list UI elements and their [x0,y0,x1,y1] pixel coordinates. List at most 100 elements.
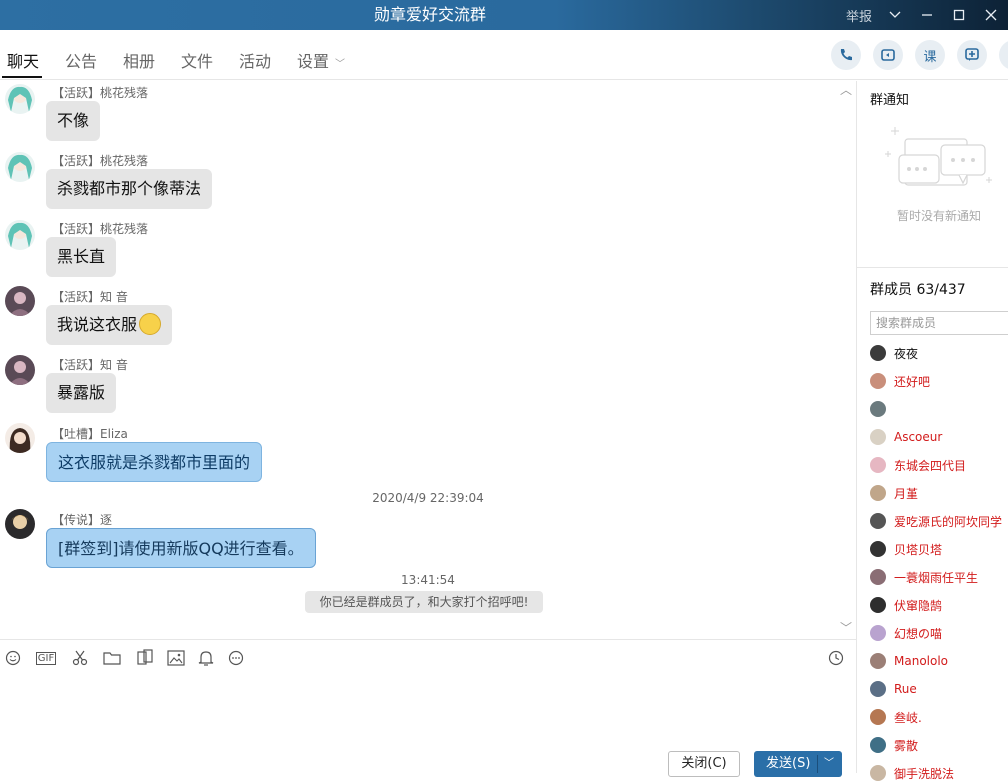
member-avatar [870,485,886,501]
member-avatar [870,401,886,417]
avatar[interactable] [5,423,35,453]
close-icon[interactable] [982,6,1000,24]
minimize-icon[interactable] [918,6,936,24]
member-avatar [870,625,886,641]
gif-icon[interactable]: GIF [34,648,58,668]
close-button[interactable]: 关闭(C) [668,751,740,777]
emoji-picker-icon[interactable] [3,648,23,668]
tab-settings-label: 设置 [297,52,330,71]
avatar[interactable] [5,152,35,182]
send-button[interactable]: 发送(S) ﹀ [754,751,842,777]
more-options-icon[interactable] [226,648,246,668]
tab-activity[interactable]: 活动 [239,48,271,72]
member-avatar [870,569,886,585]
member-item[interactable]: Ascoeur [870,427,942,447]
menu-chevron-icon[interactable] [886,6,904,24]
member-name: Rue [894,682,917,696]
member-item[interactable]: 还好吧 [870,371,930,391]
tab-chat[interactable]: 聊天 [7,48,39,72]
member-name: Ascoeur [894,430,943,444]
member-name: 伏窜隐鹄 [894,598,943,613]
avatar[interactable] [5,286,35,316]
member-item[interactable]: Manololo [870,651,948,671]
message-bubble: 这衣服就是杀戮都市里面的 [46,442,263,482]
member-item[interactable]: Rue [870,679,917,699]
member-name: 东城会四代目 [894,458,967,473]
tab-settings[interactable]: 设置 ﹀ [297,48,345,72]
member-avatar [870,709,886,725]
sender-name: 【传说】逐 [52,513,113,527]
member-item[interactable]: 爱吃源氏的阿坎同学 [870,511,1002,531]
maximize-icon[interactable] [950,6,968,24]
no-notice-text: 暂时没有新通知 [897,209,982,223]
avatar[interactable] [5,355,35,385]
title-bar: 勋章爱好交流群 举报 [0,0,1008,30]
screenshot-scissors-icon[interactable] [70,648,90,668]
group-notice-title: 群通知 [870,93,910,108]
member-avatar [870,429,886,445]
message-input[interactable] [0,675,856,745]
member-item[interactable]: 御手洗脱法 [870,763,954,783]
message-bubble: 暴露版 [46,373,117,413]
phone-icon [840,49,852,61]
member-avatar [870,765,886,781]
tab-files[interactable]: 文件 [181,48,213,72]
member-item[interactable]: 伏窜隐鹄 [870,595,942,615]
sender-name: 【活跃】桃花残落 [52,86,149,100]
member-name: 贝塔贝塔 [894,542,943,557]
member-avatar [870,345,886,361]
lesson-button[interactable]: 课 [915,40,945,70]
sender-name: 【活跃】知 音 [52,290,128,304]
bell-icon[interactable] [196,648,216,668]
member-avatar [870,457,886,473]
member-name: Manololo [894,654,949,668]
avatar[interactable] [5,509,35,539]
member-name: 一蓑烟雨任平生 [894,570,979,585]
member-item[interactable]: 贝塔贝塔 [870,539,942,559]
sender-name: 【活跃】桃花残落 [52,154,149,168]
member-item[interactable]: 一蓑烟雨任平生 [870,567,978,587]
report-link[interactable]: 举报 [846,6,872,25]
doc-icon[interactable] [135,648,155,668]
member-name: 月堇 [894,486,919,501]
member-item[interactable]: 月堇 [870,483,918,503]
member-item[interactable] [870,399,894,419]
video-icon [881,49,895,61]
chevron-down-icon: ﹀ [335,59,346,70]
scroll-down-icon[interactable]: ﹀ [840,619,852,636]
image-icon[interactable] [166,648,186,668]
member-name: 御手洗脱法 [894,766,955,781]
lesson-icon: 课 [923,49,937,65]
member-item[interactable]: 幻想の喵 [870,623,942,643]
message-bubble: 杀戮都市那个像蒂法 [46,169,213,209]
history-clock-icon[interactable] [826,648,846,668]
input-toolbar: GIF [0,639,856,675]
add-app-button[interactable] [957,40,987,70]
member-name: 雾散 [894,738,919,753]
tab-announcement[interactable]: 公告 [65,48,97,72]
group-side-panel: 群通知 暂时没有新通知 群成员 63/437 搜索群成员 夜夜 还好吧 Ascoeu… [857,81,1008,781]
gif-label: GIF [35,651,57,665]
panel-section-divider [857,267,1008,268]
collapse-icon[interactable]: ︿ [840,81,852,98]
avatar[interactable] [5,220,35,250]
folder-icon[interactable] [102,648,122,668]
member-item[interactable]: 雾散 [870,735,918,755]
member-name: 还好吧 [894,374,931,389]
send-options-chevron-icon[interactable]: ﹀ [824,751,834,777]
member-item[interactable]: 东城会四代目 [870,455,966,475]
window-title: 勋章爱好交流群 [373,5,486,24]
avatar[interactable] [5,84,35,114]
tab-album[interactable]: 相册 [123,48,155,72]
add-message-icon [965,48,979,61]
voice-call-button[interactable] [831,40,861,70]
chat-history[interactable]: ︿ 【活跃】桃花残落 不像 【活跃】桃花残落 杀戮都市那个像蒂法 【活跃】桃花残… [0,81,856,638]
member-avatar [870,513,886,529]
member-item[interactable]: 叁岐. [870,707,922,727]
member-item[interactable]: 夜夜 [870,343,918,363]
send-button-divider [817,755,818,773]
video-call-button[interactable] [873,40,903,70]
member-avatar [870,681,886,697]
member-search-input[interactable]: 搜索群成员 [870,311,1008,335]
member-avatar [870,373,886,389]
